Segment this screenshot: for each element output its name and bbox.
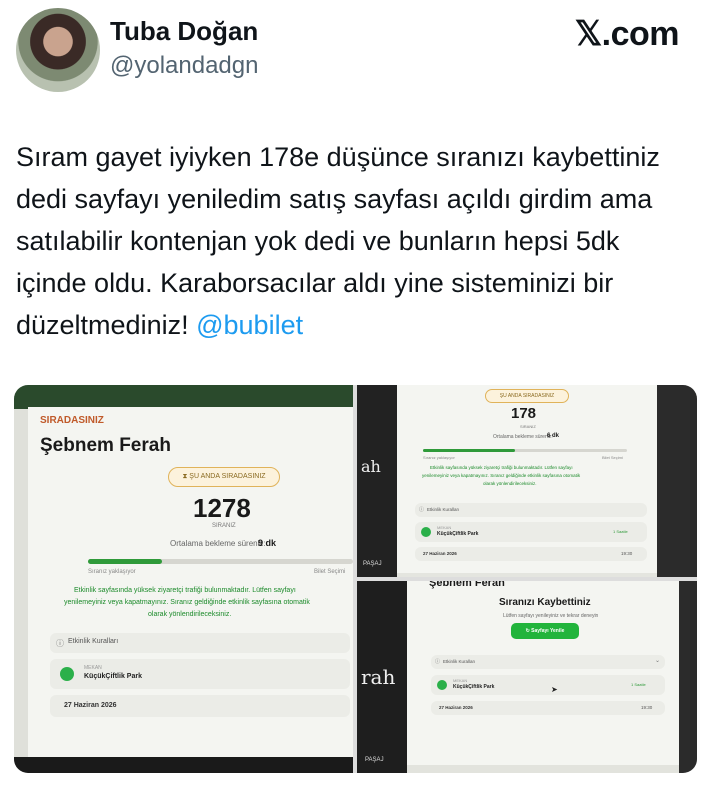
wait-value: 6 dk (547, 433, 560, 439)
screen-top-bezel (14, 385, 353, 409)
venue-row[interactable]: MEKAN KüçükÇiftlik Park 1 Saatle (415, 522, 647, 542)
rules-row[interactable]: ⓘ Etkinlik Kuralları ⌄ (431, 655, 665, 669)
tweet-text: Sıram gayet iyiyken 178e düşünce sıranız… (16, 136, 696, 346)
notice-line-1: Etkinlik sayfasında yüksek ziyaretçi tra… (430, 465, 573, 470)
status-pill: ŞU ANDA SIRADASINIZ (485, 389, 569, 403)
background-footer-text: PAŞAJ (365, 757, 384, 763)
event-title: Şebnem Ferah (429, 581, 505, 589)
queue-card: SIRADASINIZ Şebnem Ferah ⧗ ŞU ANDA SIRAD… (28, 407, 353, 757)
avatar[interactable] (16, 8, 100, 92)
left-bezel (357, 385, 397, 577)
event-date: 27 Haziran 2026 (439, 705, 473, 710)
queue-progress-fill (88, 559, 163, 564)
notice-line-2: yenilemeyiniz veya kapatmayınız. Sıranız… (422, 473, 581, 478)
notice-line-1: Etkinlik sayfasında yüksek ziyaretçi tra… (74, 587, 296, 594)
rules-row[interactable]: ⓘ Etkinlik Kuralları (50, 633, 350, 653)
venue-link[interactable]: 1 Saatle (613, 529, 628, 534)
mouse-cursor-icon: ➤ (551, 685, 558, 694)
venue-name: KüçükÇiftlik Park (437, 531, 479, 537)
event-date: 27 Haziran 2026 (64, 702, 117, 709)
photo-1[interactable]: SIRADASINIZ Şebnem Ferah ⧗ ŞU ANDA SIRAD… (14, 385, 353, 773)
rules-row[interactable]: ⓘ Etkinlik Kuralları (415, 503, 647, 517)
background-title-fragment: ah (361, 457, 381, 476)
queue-progress-bar (423, 449, 627, 452)
x-logo: 𝕏.com (574, 15, 680, 53)
event-title: Şebnem Ferah (40, 435, 171, 456)
map-pin-icon (421, 527, 431, 537)
notice-line-3: olarak yönlendirileceksiniz. (148, 611, 232, 618)
rules-label: Etkinlik Kuralları (68, 638, 119, 645)
status-pill-label: ŞU ANDA SIRADASINIZ (499, 393, 555, 399)
photo-2[interactable]: ah ŞU ANDA SIRADASINIZ 178 SIRANIZ Ortal… (357, 385, 697, 577)
info-icon: ⓘ (419, 507, 425, 513)
notice-line-2: yenilemeyiniz veya kapatmayınız. Sıranız… (64, 599, 310, 606)
refresh-page-button[interactable]: ↻ Sayfayı Yenile (511, 623, 579, 639)
progress-end-label: Bilet Seçimi (314, 569, 346, 575)
queue-progress-bar (88, 559, 353, 564)
background-footer-text: PAŞAJ (363, 561, 382, 567)
venue-name: KüçükÇiftlik Park (84, 673, 142, 680)
mention-link[interactable]: @bubilet (196, 310, 303, 340)
background-title-fragment: rah (361, 665, 396, 689)
notice-line-3: olarak yönlendirileceksiniz. (483, 481, 537, 486)
venue-name: KüçükÇiftlik Park (453, 684, 495, 690)
queue-progress-fill (423, 449, 515, 452)
status-pill: ⧗ ŞU ANDA SIRADASINIZ (168, 467, 280, 487)
queue-number: 1278 (193, 493, 251, 523)
queue-card: ŞU ANDA SIRADASINIZ 178 SIRANIZ Ortalama… (397, 385, 657, 573)
wait-label: Ortalama bekleme süreniz: (493, 434, 553, 440)
date-row: 27 Haziran 2026 19:30 (431, 701, 665, 715)
right-bezel (657, 385, 697, 577)
map-pin-icon (437, 680, 447, 690)
wait-label: Ortalama bekleme süreniz: (170, 539, 266, 548)
rules-label: Etkinlik Kuralları (443, 659, 476, 664)
rules-label: Etkinlik Kuralları (427, 507, 460, 512)
author-handle[interactable]: @yolandadgn (110, 52, 258, 80)
queue-caption: SIRANIZ (212, 523, 236, 529)
queue-caption: SIRANIZ (520, 424, 536, 429)
event-date: 27 Haziran 2026 (423, 551, 457, 556)
progress-start-label: Sıranız yaklaşıyor (423, 455, 455, 460)
info-icon: ⓘ (435, 659, 441, 665)
author-name[interactable]: Tuba Doğan (110, 16, 258, 47)
event-time: 19:30 (621, 551, 633, 556)
refresh-button-label: Sayfayı Yenile (531, 628, 565, 634)
photo-3[interactable]: rah Şebnem Ferah Sıranızı Kaybettiniz Lü… (357, 581, 697, 773)
venue-row[interactable]: MEKAN KüçükÇiftlik Park 1 Saatle (431, 675, 665, 695)
photo-grid: SIRADASINIZ Şebnem Ferah ⧗ ŞU ANDA SIRAD… (14, 385, 697, 773)
status-pill-label: ŞU ANDA SIRADASINIZ (189, 473, 266, 480)
map-pin-icon (60, 667, 74, 681)
progress-end-label: Bilet Seçimi (602, 455, 623, 460)
lost-queue-card: Şebnem Ferah Sıranızı Kaybettiniz Lütfen… (407, 581, 679, 765)
lost-queue-subtitle: Lütfen sayfayı yenileyiniz ve tekrar den… (503, 613, 599, 619)
progress-start-label: Sıranız yaklaşıyor (88, 569, 136, 575)
event-time: 19:30 (641, 705, 653, 710)
venue-row[interactable]: MEKAN KüçükÇiftlik Park (50, 659, 350, 689)
date-row: 27 Haziran 2026 19:30 (415, 547, 647, 561)
queue-number: 178 (511, 405, 537, 422)
date-row: 27 Haziran 2026 (50, 695, 350, 717)
venue-caption: MEKAN (84, 665, 102, 671)
right-bezel (679, 581, 697, 773)
chevron-down-icon[interactable]: ⌄ (655, 657, 660, 664)
venue-link[interactable]: 1 Saatle (631, 682, 646, 687)
tweet-body: Sıram gayet iyiyken 178e düşünce sıranız… (16, 142, 660, 340)
wait-value: 9 dk (258, 538, 277, 548)
info-icon: ⓘ (56, 639, 64, 648)
lost-queue-title: Sıranızı Kaybettiniz (499, 597, 591, 608)
screen-bottom-bezel (14, 757, 353, 773)
venue-caption: MEKAN (437, 525, 452, 530)
queue-header: SIRADASINIZ (40, 415, 104, 426)
venue-caption: MEKAN (453, 678, 468, 683)
